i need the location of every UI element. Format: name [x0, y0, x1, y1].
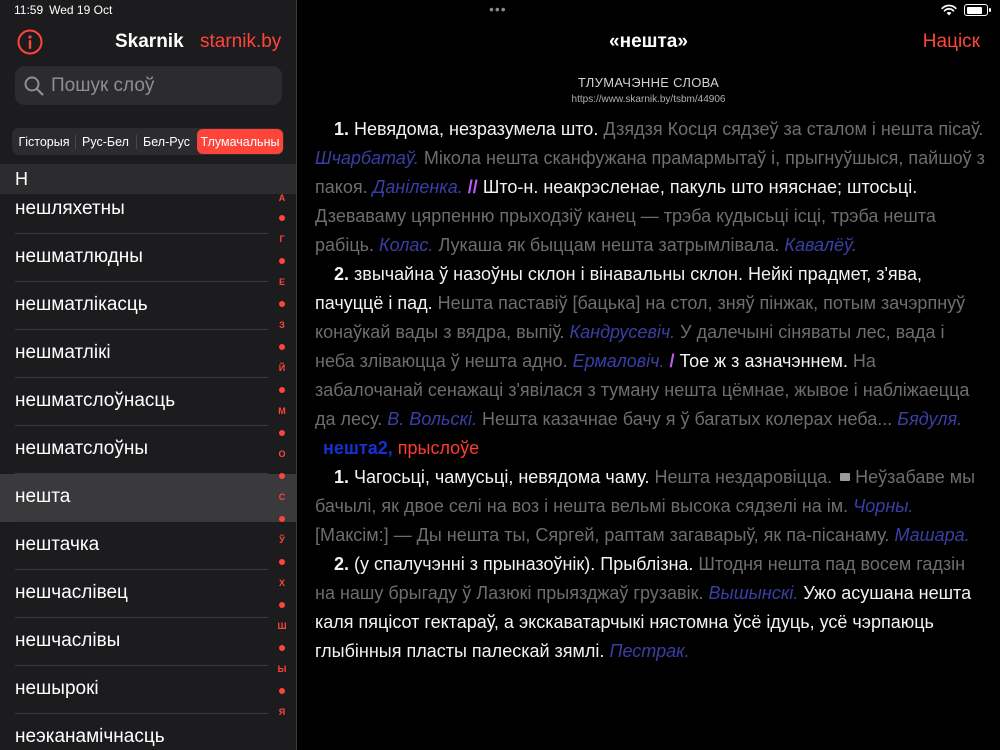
index-letter[interactable]: А	[274, 193, 290, 203]
list-item[interactable]: нешматлікі	[0, 330, 296, 378]
list-item[interactable]: нешта	[0, 474, 296, 522]
dictionary-url[interactable]: https://www.skarnik.by/tsbm/44906	[297, 94, 1000, 105]
nav-title: «нешта»	[609, 31, 688, 52]
index-dot	[279, 215, 285, 221]
list-item[interactable]: нешчаслівы	[0, 618, 296, 666]
index-letter[interactable]: Х	[274, 578, 290, 588]
section-header: Н	[0, 164, 296, 194]
index-dot	[279, 602, 285, 608]
battery-level	[966, 6, 983, 14]
sense-2-2: 2. (у спалучэнні з прыназоўнік). Прыбліз…	[315, 554, 972, 661]
list-item[interactable]: нешчаслівец	[0, 570, 296, 618]
dictionary-title: ТЛУМАЧЭННЕ СЛОВА	[577, 75, 720, 90]
index-letter[interactable]: Ў	[274, 535, 290, 545]
index-letter[interactable]: Я	[274, 707, 290, 717]
index-dot	[279, 645, 285, 651]
index-letter[interactable]: Г	[274, 234, 290, 244]
list-item[interactable]: нешматслоўнасць	[0, 378, 296, 426]
multitasking-dots-icon[interactable]: •••	[489, 1, 507, 17]
word-list: нешляхетны нешматлюдны нешматлікасць неш…	[0, 186, 296, 750]
wifi-icon	[941, 4, 957, 16]
list-item[interactable]: нештачка	[0, 522, 296, 570]
dictionary-segmented-control: Гісторыя Рус-Бел Бел-Рус Тлумачальны	[12, 128, 284, 155]
index-dot	[279, 559, 285, 565]
battery-icon	[964, 4, 991, 16]
index-dot	[279, 258, 285, 264]
index-letter[interactable]: З	[274, 320, 290, 330]
index-letter[interactable]: М	[274, 406, 290, 416]
segment-explanatory[interactable]: Тлумачальны	[197, 129, 283, 154]
segment-rus-bel[interactable]: Рус-Бел	[75, 129, 136, 154]
stress-button[interactable]: Націск	[923, 31, 980, 53]
sense-2-1: 1. Чагосьці, чамусьці, невядома чаму. Не…	[315, 467, 976, 545]
search-input[interactable]	[49, 73, 273, 98]
index-dot	[279, 301, 285, 307]
app-title: Skarnik	[115, 31, 184, 52]
segment-bel-rus[interactable]: Бел-Рус	[136, 129, 197, 154]
section-letter: Н	[15, 169, 28, 189]
index-letter[interactable]: О	[274, 449, 290, 459]
status-time: 11:59	[14, 3, 44, 17]
index-dot	[279, 688, 285, 694]
index-dot	[279, 516, 285, 522]
index-letter[interactable]: Ш	[274, 621, 290, 631]
index-letter[interactable]: С	[274, 492, 290, 502]
search-field[interactable]	[15, 66, 282, 105]
list-item[interactable]: нешматслоўны	[0, 426, 296, 474]
index-dot	[279, 344, 285, 350]
index-dot	[279, 387, 285, 393]
status-date: Wed 19 Oct	[49, 3, 113, 17]
info-circle-icon[interactable]	[17, 29, 43, 55]
magnifier-icon	[24, 76, 44, 96]
status-bar: 11:59 Wed 19 Oct •••	[0, 0, 1000, 22]
sense-2: 2. звычайна ў назоўны склон і вінавальны…	[315, 264, 970, 429]
note-icon[interactable]	[840, 473, 851, 481]
sense-1: 1. Невядома, незразумела што. Дзядзя Кос…	[315, 119, 985, 255]
index-letter[interactable]: Е	[274, 277, 290, 287]
detail-pane: «нешта» Націск ТЛУМАЧЭННЕ СЛОВА https://…	[297, 0, 1000, 750]
list-item[interactable]: неэканамічнасць	[0, 714, 296, 750]
alphabet-index[interactable]: А Г Е З Й М О С Ў Х Ш Ы Я	[274, 193, 290, 733]
list-item[interactable]: нешматлюдны	[0, 234, 296, 282]
homonym-header: нешта2, прыслоўе	[323, 438, 480, 458]
list-item[interactable]: нешырокі	[0, 666, 296, 714]
site-link[interactable]: starnik.by	[200, 31, 281, 53]
index-dot	[279, 473, 285, 479]
index-letter[interactable]: Й	[274, 363, 290, 373]
dictionary-entry: 1. Невядома, незразумела што. Дзядзя Кос…	[315, 115, 987, 666]
sidebar: Skarnik starnik.by Гісторыя Рус-Бел Бел-…	[0, 0, 296, 750]
index-letter[interactable]: Ы	[274, 664, 290, 674]
list-item[interactable]: нешматлікасць	[0, 282, 296, 330]
index-dot	[279, 430, 285, 436]
segment-history[interactable]: Гісторыя	[13, 129, 75, 154]
